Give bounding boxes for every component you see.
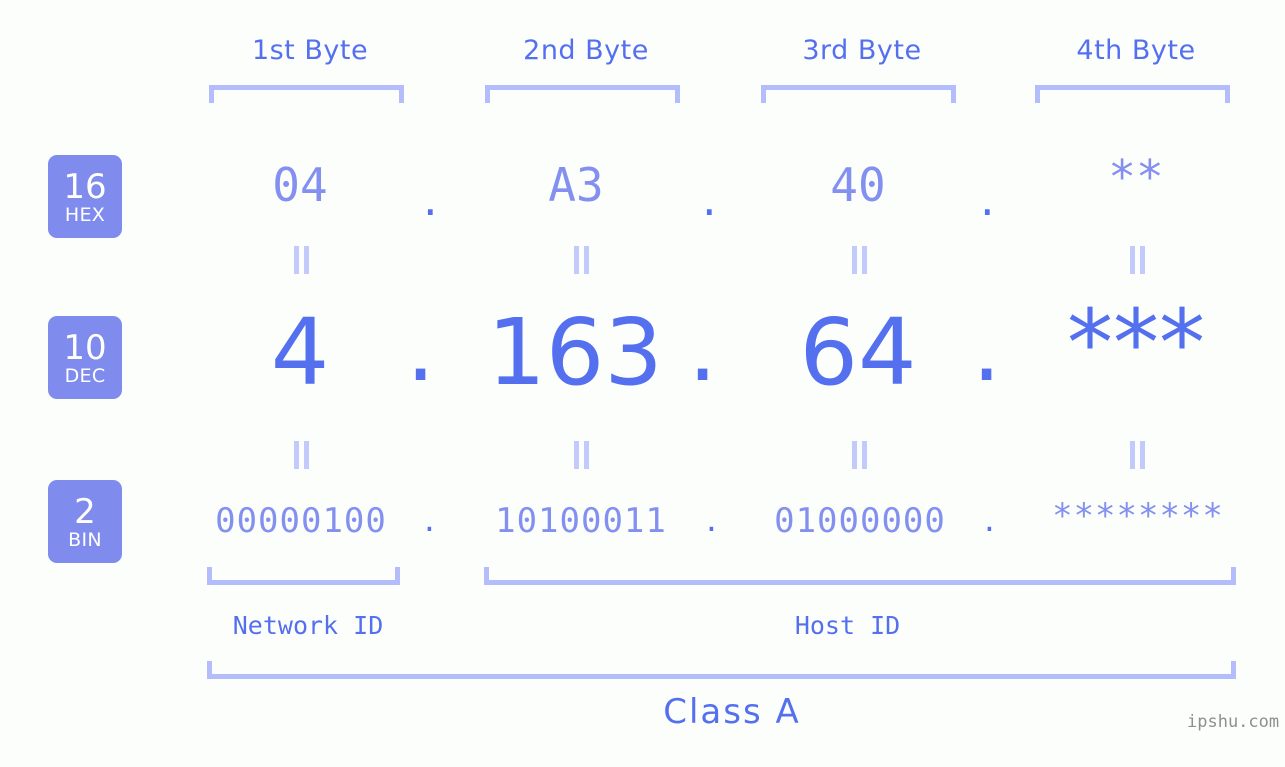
equals-icon-dec-bin-3	[848, 441, 870, 469]
byte-header-1: 1st Byte	[251, 35, 369, 66]
equals-icon-hex-dec-4	[1126, 246, 1148, 274]
bin-badge-number: 2	[74, 491, 96, 532]
hex-byte-4-value: **	[1108, 150, 1164, 204]
dec-byte-4-value: ***	[1067, 290, 1205, 397]
hex-separator-3: .	[980, 172, 995, 226]
dec-badge-label: DEC	[64, 364, 106, 387]
hex-row-badge: 16 HEX	[48, 155, 122, 238]
equals-icon-hex-dec-1	[290, 246, 312, 274]
byte-bracket-2	[485, 85, 680, 103]
equals-icon-dec-bin-4	[1126, 441, 1148, 469]
ip-address-breakdown-diagram: 1st Byte 2nd Byte 3rd Byte 4th Byte 16 H…	[0, 0, 1285, 767]
bin-separator-3: .	[984, 500, 995, 540]
byte-header-2: 2nd Byte	[523, 35, 649, 66]
equals-icon-dec-bin-1	[290, 441, 312, 469]
bin-byte-1-value: 00000100	[215, 501, 387, 541]
watermark: ipshu.com	[1187, 712, 1280, 732]
bin-separator-1: .	[424, 500, 435, 540]
hex-byte-1-value: 04	[272, 158, 328, 212]
hex-byte-2-value: A3	[548, 158, 604, 212]
dec-byte-1-value: 4	[270, 299, 330, 406]
host-id-bracket	[484, 567, 1236, 585]
bin-row-badge: 2 BIN	[48, 480, 122, 563]
hex-separator-2: .	[702, 172, 717, 226]
byte-header-4: 4th Byte	[1076, 35, 1196, 66]
dec-row-badge: 10 DEC	[48, 316, 122, 399]
equals-icon-hex-dec-3	[848, 246, 870, 274]
host-id-label: Host ID	[794, 611, 901, 640]
dec-byte-2-value: 163	[487, 299, 663, 406]
network-id-label: Network ID	[232, 611, 384, 640]
dec-separator-3: .	[972, 295, 1002, 402]
dec-badge-number: 10	[63, 327, 107, 368]
byte-header-3: 3rd Byte	[802, 35, 922, 66]
class-label: Class A	[663, 692, 801, 732]
class-bracket	[207, 661, 1236, 679]
bin-byte-3-value: 01000000	[774, 501, 946, 541]
byte-bracket-3	[761, 85, 956, 103]
byte-bracket-4	[1035, 85, 1230, 103]
dec-separator-2: .	[688, 295, 718, 402]
bin-byte-4-value: ********	[1052, 496, 1224, 536]
hex-badge-label: HEX	[64, 203, 106, 226]
hex-badge-number: 16	[63, 166, 107, 207]
dec-byte-3-value: 64	[799, 299, 917, 406]
bin-byte-2-value: 10100011	[495, 501, 667, 541]
equals-icon-dec-bin-2	[570, 441, 592, 469]
network-id-bracket	[207, 567, 400, 585]
dec-separator-1: .	[406, 295, 436, 402]
hex-separator-1: .	[423, 172, 438, 226]
bin-separator-2: .	[706, 500, 717, 540]
bin-badge-label: BIN	[68, 528, 102, 551]
equals-icon-hex-dec-2	[570, 246, 592, 274]
hex-byte-3-value: 40	[830, 158, 886, 212]
byte-bracket-1	[209, 85, 404, 103]
